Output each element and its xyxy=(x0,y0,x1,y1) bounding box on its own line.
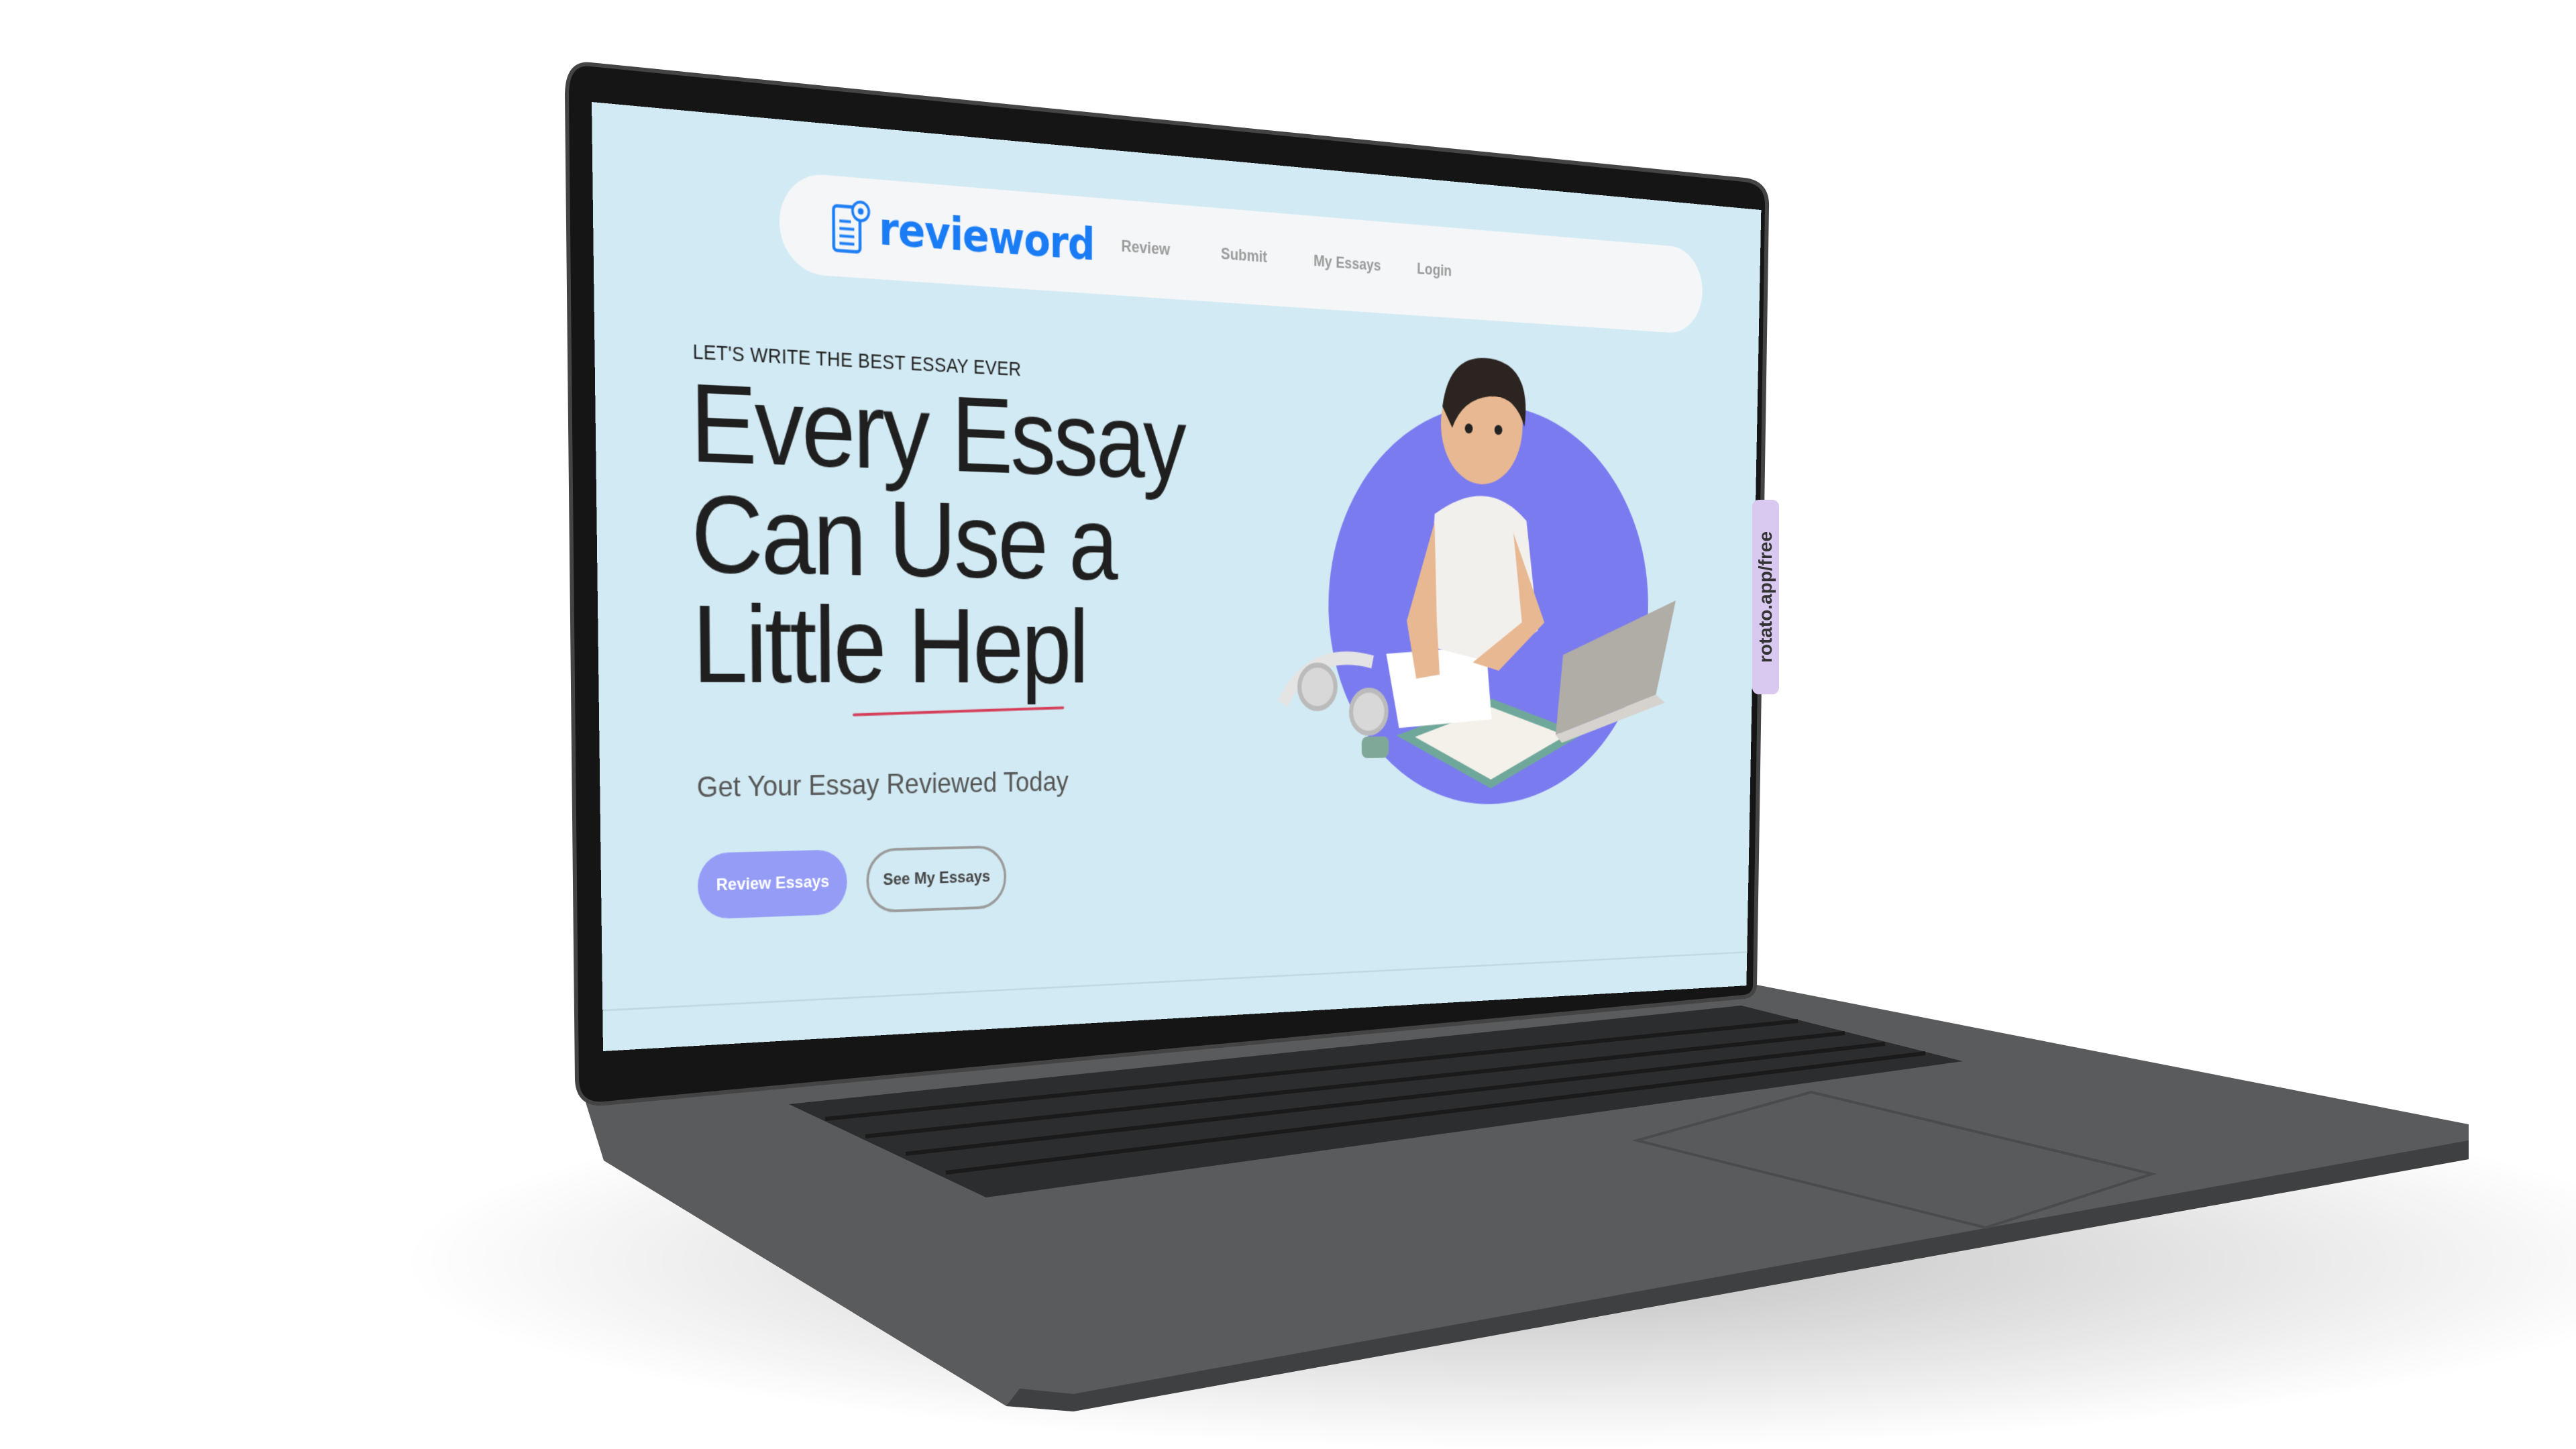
tape-roll xyxy=(1361,736,1389,759)
hero-subtitle: Get Your Essay Reviewed Today xyxy=(696,765,1069,804)
review-essays-button[interactable]: Review Essays xyxy=(697,849,847,920)
brand-logo[interactable]: revieword xyxy=(831,196,1094,272)
heading-line-2: Can Use a xyxy=(690,472,1116,603)
website-screen: revieword Review Submit My Essays Login … xyxy=(592,102,1762,1052)
watermark-tab[interactable]: rotato.app/free xyxy=(1752,500,1779,694)
nav-my-essays[interactable]: My Essays xyxy=(1313,252,1381,276)
student-illustration xyxy=(1267,355,1676,808)
nav-submit[interactable]: Submit xyxy=(1221,245,1267,268)
see-my-essays-button[interactable]: See My Essays xyxy=(866,845,1007,914)
heading-line-3: Little Hepl xyxy=(691,583,1087,706)
hero-heading: Every Essay Can Use a Little Hepl xyxy=(690,362,1185,706)
heading-underline xyxy=(853,706,1065,716)
watermark-text: rotato.app/free xyxy=(1755,531,1776,663)
nav-review[interactable]: Review xyxy=(1121,237,1170,260)
nav-login[interactable]: Login xyxy=(1417,260,1452,281)
document-eye-icon xyxy=(831,196,871,256)
navbar: revieword Review Submit My Essays Login xyxy=(779,171,1703,335)
brand-name: revieword xyxy=(878,201,1095,271)
